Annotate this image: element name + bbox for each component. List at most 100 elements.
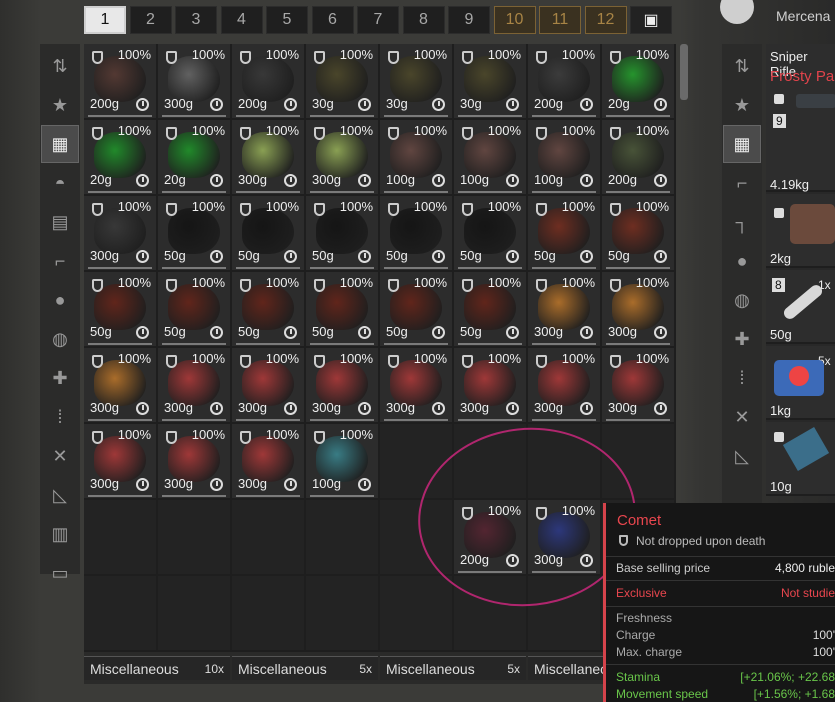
empty-slot[interactable]: [84, 576, 158, 652]
inventory-item[interactable]: 100% 100g: [306, 424, 380, 500]
category-header[interactable]: Miscellaneous 10x: [84, 656, 230, 680]
inventory-item[interactable]: 100% 50g: [84, 272, 158, 348]
inventory-item[interactable]: 100% 300g: [232, 348, 306, 424]
empty-slot[interactable]: [306, 576, 380, 652]
inventory-item[interactable]: 100% 50g: [380, 272, 454, 348]
empty-slot[interactable]: [158, 500, 232, 576]
grenade-icon[interactable]: ●: [42, 282, 78, 318]
grid-icon[interactable]: ▦: [723, 125, 761, 163]
inventory-item[interactable]: 100% 300g: [454, 348, 528, 424]
sort-icon[interactable]: ⇅: [42, 48, 78, 84]
inventory-item[interactable]: 100% 300g: [602, 272, 676, 348]
tab-7[interactable]: 7: [357, 6, 399, 34]
inventory-item[interactable]: 100% 50g: [380, 196, 454, 272]
inventory-item[interactable]: 100% 100g: [380, 120, 454, 196]
empty-slot[interactable]: [306, 500, 380, 576]
inventory-item[interactable]: 100% 100g: [528, 120, 602, 196]
empty-slot[interactable]: [232, 500, 306, 576]
inventory-item[interactable]: 100% 200g: [84, 44, 158, 120]
inventory-item[interactable]: 100% 300g: [306, 348, 380, 424]
empty-slot[interactable]: [158, 576, 232, 652]
inventory-item[interactable]: 100% 50g: [232, 272, 306, 348]
weapon-icon[interactable]: ⌐: [42, 243, 78, 279]
tab-9[interactable]: 9: [448, 6, 490, 34]
tab-10[interactable]: 10: [493, 6, 536, 34]
category-header[interactable]: Miscellaneous 5x: [380, 656, 526, 680]
star-icon[interactable]: ★: [724, 87, 760, 123]
tools-icon[interactable]: ✕: [42, 438, 78, 474]
inventory-item[interactable]: 100% 300g: [232, 424, 306, 500]
inventory-item[interactable]: 100% 50g: [232, 196, 306, 272]
inventory-item[interactable]: 100% 30g: [380, 44, 454, 120]
inventory-item[interactable]: 100% 30g: [454, 44, 528, 120]
equipment-slot-2[interactable]: 2kg: [766, 194, 835, 268]
empty-slot[interactable]: [380, 576, 454, 652]
helmet-icon[interactable]: ◓: [42, 165, 78, 201]
empty-slot[interactable]: [232, 576, 306, 652]
sort-icon[interactable]: ⇅: [724, 48, 760, 84]
food-icon[interactable]: ◍: [42, 321, 78, 357]
inventory-item[interactable]: 100% 300g: [158, 424, 232, 500]
inventory-item[interactable]: 100% 300g: [158, 44, 232, 120]
ammo-icon[interactable]: ⁞: [724, 360, 760, 396]
tab-4[interactable]: 4: [220, 6, 263, 34]
storage-icon[interactable]: ▭: [42, 555, 78, 591]
inventory-item[interactable]: 100% 300g: [528, 348, 602, 424]
inventory-item[interactable]: 100% 50g: [306, 272, 380, 348]
inventory-item[interactable]: 100% 20g: [84, 120, 158, 196]
tab-1[interactable]: 1: [84, 6, 126, 34]
inventory-item[interactable]: 100% 100g: [454, 120, 528, 196]
scrollbar[interactable]: [680, 44, 688, 100]
equipment-slot-5[interactable]: 10g: [766, 422, 835, 496]
inventory-item[interactable]: 100% 300g: [84, 196, 158, 272]
inventory-item[interactable]: 100% 50g: [528, 196, 602, 272]
inventory-item[interactable]: 100% 20g: [602, 44, 676, 120]
tab-5[interactable]: 5: [266, 6, 308, 34]
inventory-item[interactable]: 100% 300g: [380, 348, 454, 424]
tab-6[interactable]: 6: [311, 6, 354, 34]
inventory-item[interactable]: 100% 30g: [306, 44, 380, 120]
inventory-item[interactable]: 100% 300g: [232, 120, 306, 196]
inventory-item[interactable]: 100% 200g: [232, 44, 306, 120]
food-icon[interactable]: ◍: [724, 282, 760, 318]
tab-2[interactable]: 2: [129, 6, 172, 34]
inventory-item[interactable]: 100% 50g: [602, 196, 676, 272]
inventory-item[interactable]: 100% 50g: [158, 272, 232, 348]
inventory-item[interactable]: 100% 300g: [84, 348, 158, 424]
equipment-slot-3[interactable]: 8 1x 50g: [766, 270, 835, 344]
medical-icon[interactable]: ✚: [724, 321, 760, 357]
tab-12[interactable]: 12: [584, 6, 627, 34]
inventory-item[interactable]: 100% 50g: [454, 272, 528, 348]
inventory-item[interactable]: 100% 200g: [528, 44, 602, 120]
sniper-rifle-slot[interactable]: Sniper Rifle Frosty Pa 9 4.19kg: [766, 44, 835, 192]
pistol-icon[interactable]: ┐: [724, 204, 760, 240]
star-icon[interactable]: ★: [42, 87, 78, 123]
gift-icon[interactable]: ▣: [630, 6, 672, 34]
misc-icon[interactable]: ◺: [42, 477, 78, 513]
inventory-item[interactable]: 100% 300g: [602, 348, 676, 424]
misc-icon[interactable]: ◺: [724, 438, 760, 474]
medical-icon[interactable]: ✚: [42, 360, 78, 396]
ammo-icon[interactable]: ⁞: [42, 399, 78, 435]
container-icon[interactable]: ▥: [42, 516, 78, 552]
category-header[interactable]: Miscellaneous 5x: [232, 656, 378, 680]
inventory-item[interactable]: 100% 20g: [158, 120, 232, 196]
inventory-item[interactable]: 100% 200g: [602, 120, 676, 196]
inventory-item[interactable]: 100% 300g: [306, 120, 380, 196]
inventory-item[interactable]: 100% 50g: [158, 196, 232, 272]
inventory-item[interactable]: 100% 50g: [306, 196, 380, 272]
tab-3[interactable]: 3: [175, 6, 217, 34]
armor-icon[interactable]: ▤: [42, 204, 78, 240]
tab-11[interactable]: 11: [539, 6, 581, 34]
inventory-item[interactable]: 100% 300g: [84, 424, 158, 500]
empty-slot[interactable]: [84, 500, 158, 576]
tools-icon[interactable]: ✕: [724, 399, 760, 435]
grid-icon[interactable]: ▦: [41, 125, 79, 163]
tab-8[interactable]: 8: [402, 6, 445, 34]
inventory-item[interactable]: 100% 50g: [454, 196, 528, 272]
grenade-icon[interactable]: ●: [724, 243, 760, 279]
rifle-icon[interactable]: ⌐: [724, 165, 760, 201]
inventory-item[interactable]: 100% 300g: [158, 348, 232, 424]
equipment-slot-4[interactable]: 5x 1kg: [766, 346, 835, 420]
inventory-item[interactable]: 100% 300g: [528, 272, 602, 348]
